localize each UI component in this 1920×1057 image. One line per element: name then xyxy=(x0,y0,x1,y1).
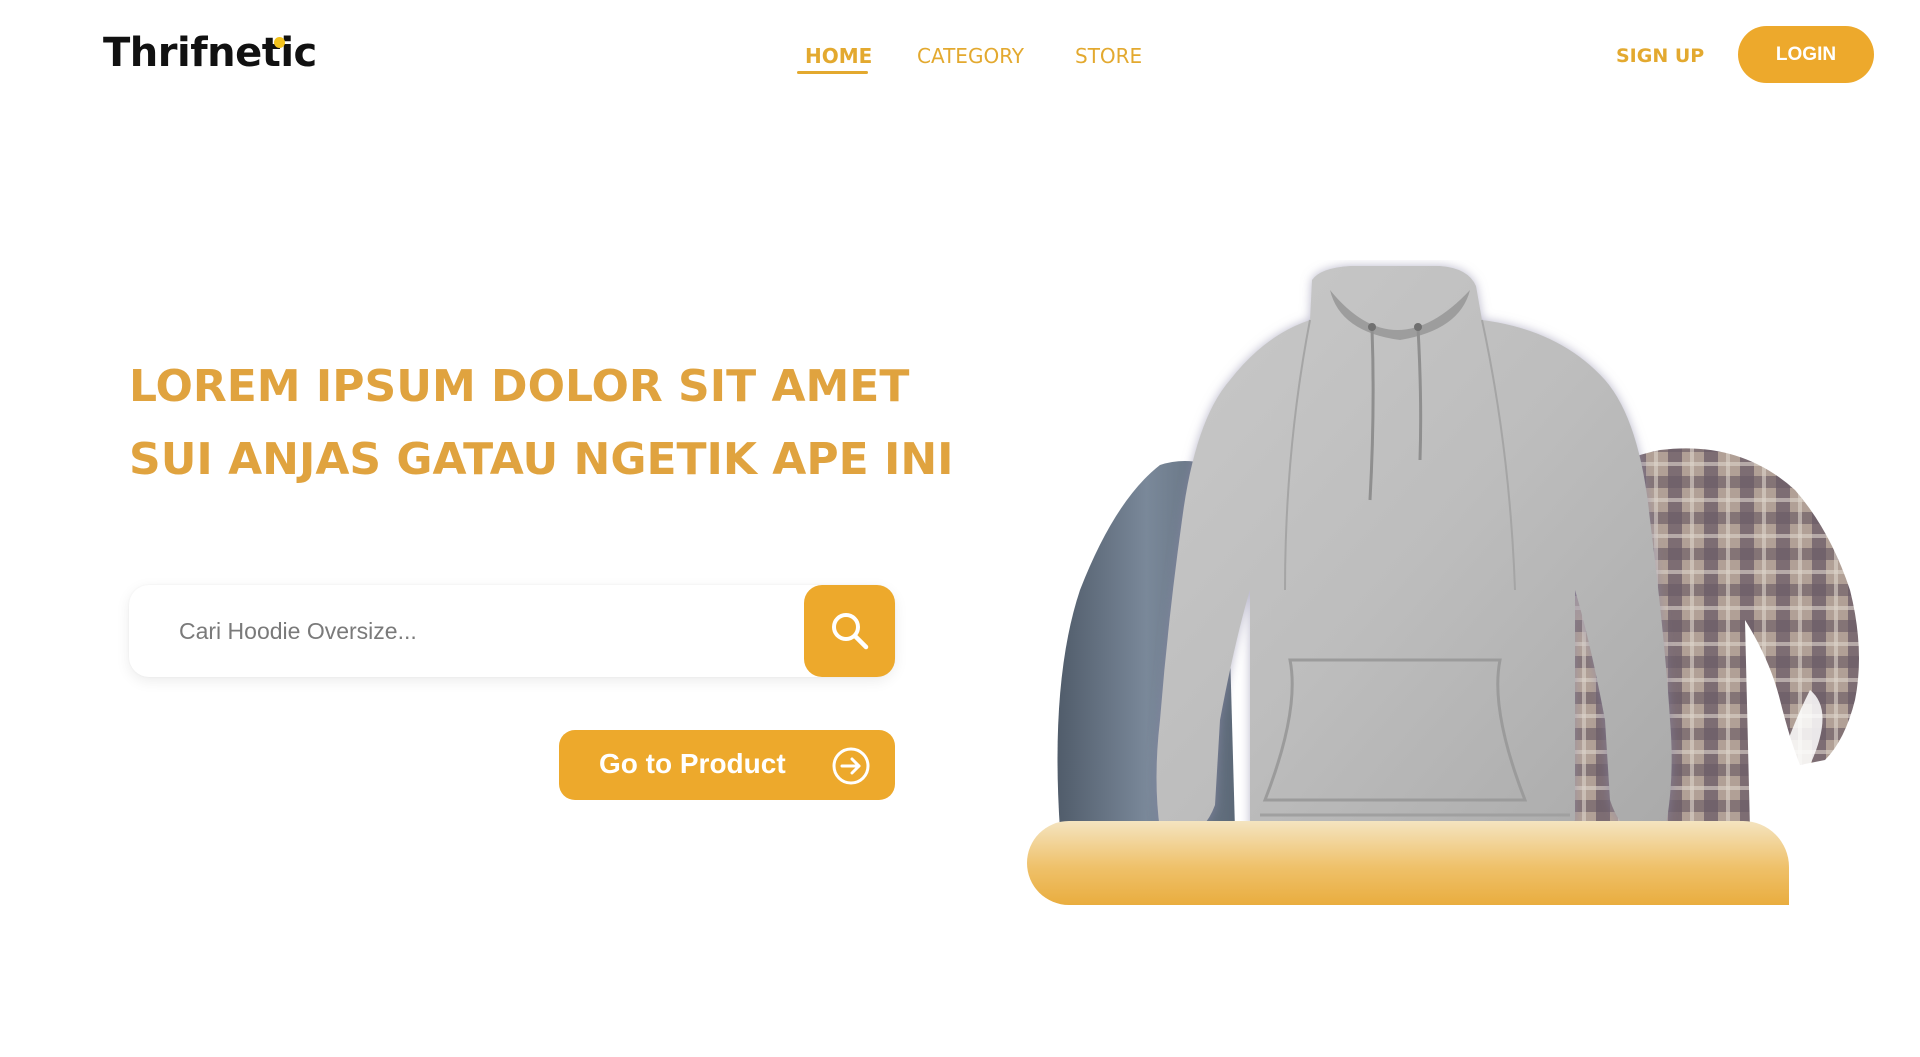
nav-item-home[interactable]: HOME xyxy=(805,44,872,68)
hero-title-line-2: SUI ANJAS GATAU NGETIK APE INI xyxy=(129,434,954,485)
hero-title: LOREM IPSUM DOLOR SIT AMET SUI ANJAS GAT… xyxy=(129,350,954,496)
arrow-right-circle-icon xyxy=(832,747,870,785)
nav-active-indicator xyxy=(797,71,868,74)
search-button[interactable] xyxy=(804,585,895,677)
product-pedestal xyxy=(1027,821,1789,905)
search-icon xyxy=(831,613,868,650)
landing-page: Thrifnetic HOME CATEGORY STORE SIGN UP L… xyxy=(0,0,1920,1057)
go-to-product-button[interactable]: Go to Product xyxy=(559,730,895,800)
search-input[interactable] xyxy=(179,585,789,677)
search-bar xyxy=(129,585,895,677)
go-to-product-label: Go to Product xyxy=(599,748,786,779)
signup-link[interactable]: SIGN UP xyxy=(1616,45,1704,67)
nav-item-category[interactable]: CATEGORY xyxy=(917,44,1024,68)
nav-item-store[interactable]: STORE xyxy=(1075,44,1142,68)
login-button[interactable]: LOGIN xyxy=(1738,26,1874,83)
hero-title-line-1: LOREM IPSUM DOLOR SIT AMET xyxy=(129,361,910,412)
